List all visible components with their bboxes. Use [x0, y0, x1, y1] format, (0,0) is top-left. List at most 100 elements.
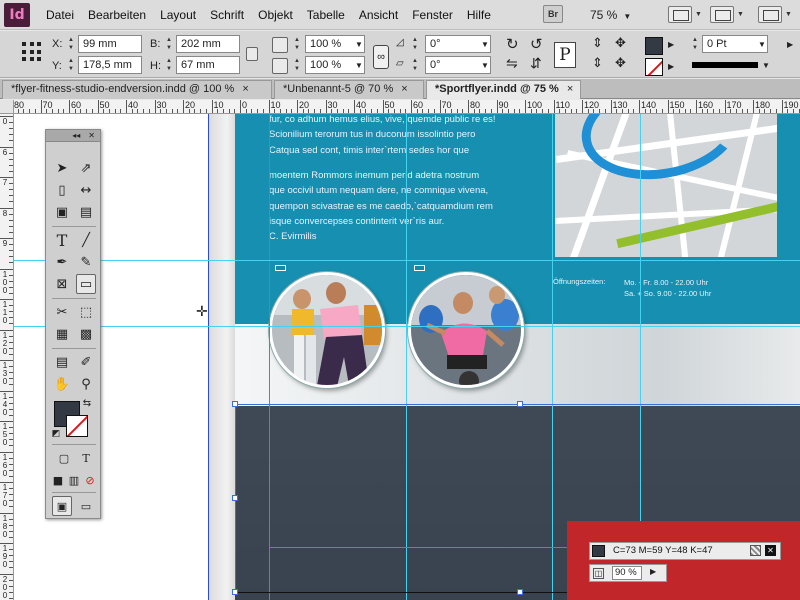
- bridge-button[interactable]: Br: [543, 5, 563, 23]
- flip-vertical-icon[interactable]: ⇵: [530, 55, 542, 72]
- hand-tool-icon[interactable]: ✋: [52, 374, 72, 394]
- shear-stepper[interactable]: ▲ ▼: [410, 57, 420, 75]
- menu-objekt[interactable]: Objekt: [258, 8, 293, 22]
- vertical-ruler[interactable]: 0 6 7 8 9 1 0 0 1 1 0 1 2 0 1 3 0 1 4 0 1 5 0 1 6 0…: [0, 114, 14, 600]
- gradient-swatch-tool-icon[interactable]: ▦: [52, 324, 72, 344]
- close-icon[interactable]: ×: [242, 83, 248, 95]
- view-options-icon[interactable]: [668, 6, 692, 23]
- page-tool-icon[interactable]: ▯: [52, 180, 72, 200]
- menu-schrift[interactable]: Schrift: [210, 8, 244, 22]
- screen-mode-icon[interactable]: [710, 6, 734, 23]
- rotate-ccw-icon[interactable]: ↺: [530, 35, 543, 53]
- story-text-bottom[interactable]: moentem Rommors inemum perid adetra nost…: [269, 168, 493, 244]
- tint-row[interactable]: ◫ 90 % ▶: [589, 564, 667, 582]
- tab-unbenannt[interactable]: *Unbenannt-5 @ 70 % ×: [274, 80, 424, 99]
- tab-flyer-fitness[interactable]: *flyer-fitness-studio-endversion.indd @ …: [2, 80, 272, 99]
- location-map[interactable]: [555, 114, 777, 257]
- selection-handle[interactable]: [232, 495, 238, 501]
- anchored-object-icon[interactable]: [414, 265, 425, 271]
- tools-panel-header[interactable]: ◂◂ ✕: [46, 130, 100, 142]
- pen-tool-icon[interactable]: ✒: [52, 252, 72, 272]
- selection-handle[interactable]: [232, 401, 238, 407]
- chevron-down-icon: ▼: [785, 11, 792, 18]
- formatting-container-icon[interactable]: ▢: [54, 448, 74, 468]
- width-stepper[interactable]: ▲ ▼: [164, 36, 174, 54]
- eyedropper-tool-icon[interactable]: ✐: [76, 352, 96, 372]
- scale-y-stepper[interactable]: ▲ ▼: [292, 57, 302, 75]
- stroke-color-swatch[interactable]: [66, 415, 88, 437]
- rotate-cw-icon[interactable]: ↻: [506, 35, 519, 53]
- type-tool-icon[interactable]: T: [52, 230, 72, 250]
- free-transform-tool-icon[interactable]: ⬚: [76, 302, 96, 322]
- close-icon[interactable]: ✕: [88, 131, 95, 140]
- story-text-top[interactable]: fur, co adhum hemus elius, vive, quemde …: [269, 114, 496, 158]
- menu-bearbeiten[interactable]: Bearbeiten: [88, 8, 146, 22]
- apply-none-icon[interactable]: ⊘: [80, 470, 100, 490]
- chevron-right-icon[interactable]: ▶: [650, 567, 656, 576]
- height-stepper[interactable]: ▲ ▼: [164, 57, 174, 75]
- y-stepper[interactable]: ▲ ▼: [66, 57, 76, 75]
- select-previous-icon[interactable]: ⇕: [592, 55, 603, 71]
- normal-view-icon[interactable]: ▣: [52, 496, 72, 516]
- stroke-type-line[interactable]: [692, 62, 758, 68]
- gradient-feather-tool-icon[interactable]: ▩: [76, 324, 96, 344]
- swap-colors-icon[interactable]: ⇆: [80, 396, 94, 410]
- select-content-icon[interactable]: ✥: [615, 35, 626, 51]
- menu-hilfe[interactable]: Hilfe: [467, 8, 491, 22]
- close-icon[interactable]: ×: [401, 83, 407, 95]
- scissors-tool-icon[interactable]: ✂: [52, 302, 72, 322]
- content-placer-icon[interactable]: ▤: [76, 202, 96, 222]
- swatch-row[interactable]: C=73 M=59 Y=48 K=47 ✕: [589, 542, 781, 560]
- width-field[interactable]: 202 mm: [176, 35, 240, 53]
- select-next-icon[interactable]: ✥: [615, 55, 626, 71]
- menu-ansicht[interactable]: Ansicht: [359, 8, 398, 22]
- reference-point-icon[interactable]: [22, 42, 42, 62]
- stroke-weight-stepper[interactable]: ▲ ▼: [690, 36, 700, 54]
- ruler-origin[interactable]: [0, 100, 14, 114]
- y-field[interactable]: 178,5 mm: [78, 56, 142, 74]
- flip-horizontal-icon[interactable]: ⇋: [506, 55, 518, 72]
- link-scale-icon[interactable]: ∞: [373, 45, 389, 69]
- scale-x-stepper[interactable]: ▲ ▼: [292, 36, 302, 54]
- zoom-dropdown[interactable]: 75 % ▼: [590, 8, 631, 22]
- arrange-documents-icon[interactable]: [758, 6, 782, 23]
- rotate-stepper[interactable]: ▲ ▼: [410, 36, 420, 54]
- fitness-photo-right[interactable]: [408, 272, 524, 388]
- formatting-text-icon[interactable]: T: [76, 448, 96, 468]
- selection-tool-icon[interactable]: ➤: [52, 158, 72, 178]
- menu-datei[interactable]: Datei: [46, 8, 74, 22]
- rectangle-tool-icon[interactable]: ▭: [76, 274, 96, 294]
- fill-swatch[interactable]: [645, 37, 663, 55]
- selection-handle[interactable]: [517, 589, 523, 595]
- note-tool-icon[interactable]: ▤: [52, 352, 72, 372]
- default-colors-icon[interactable]: ◩: [50, 428, 62, 440]
- ruler-tick: [650, 109, 652, 113]
- tab-sportflyer[interactable]: *Sportflyer.indd @ 75 % ×: [426, 80, 581, 99]
- close-icon[interactable]: ×: [567, 83, 573, 95]
- collapse-icon[interactable]: ◂◂: [72, 131, 80, 140]
- menu-fenster[interactable]: Fenster: [412, 8, 453, 22]
- direct-selection-tool-icon[interactable]: ⇗: [76, 158, 96, 178]
- gap-tool-icon[interactable]: ↔: [76, 180, 96, 200]
- menu-tabelle[interactable]: Tabelle: [307, 8, 345, 22]
- fitness-photo-left[interactable]: [269, 272, 385, 388]
- preview-mode-icon[interactable]: ▭: [76, 496, 96, 516]
- rectangle-frame-tool-icon[interactable]: ⊠: [52, 274, 72, 294]
- selection-handle[interactable]: [232, 589, 238, 595]
- line-tool-icon[interactable]: ╱: [76, 230, 96, 250]
- select-container-icon[interactable]: ⇕: [592, 35, 603, 51]
- constrain-proportions-icon[interactable]: [246, 47, 258, 61]
- x-stepper[interactable]: ▲ ▼: [66, 36, 76, 54]
- pencil-tool-icon[interactable]: ✎: [76, 252, 96, 272]
- selection-handle[interactable]: [517, 401, 523, 407]
- tint-field[interactable]: 90 %: [612, 566, 642, 580]
- horizontal-ruler[interactable]: 80 70 60 50 40 30 20 10 0 10 20 30 40 50 60 70 80 90 100 11…: [14, 100, 800, 114]
- anchored-object-icon[interactable]: [275, 265, 286, 271]
- height-field[interactable]: 67 mm: [176, 56, 240, 74]
- x-field[interactable]: 99 mm: [78, 35, 142, 53]
- tools-panel[interactable]: ◂◂ ✕ ➤ ⇗ ▯ ↔ ▣ ▤ T ╱ ✒ ✎ ⊠ ▭ ✂ ⬚ ▦ ▩ ▤ ✐…: [45, 129, 101, 519]
- stroke-swatch[interactable]: [645, 58, 663, 76]
- content-collector-icon[interactable]: ▣: [52, 202, 72, 222]
- zoom-tool-icon[interactable]: ⚲: [76, 374, 96, 394]
- menu-layout[interactable]: Layout: [160, 8, 196, 22]
